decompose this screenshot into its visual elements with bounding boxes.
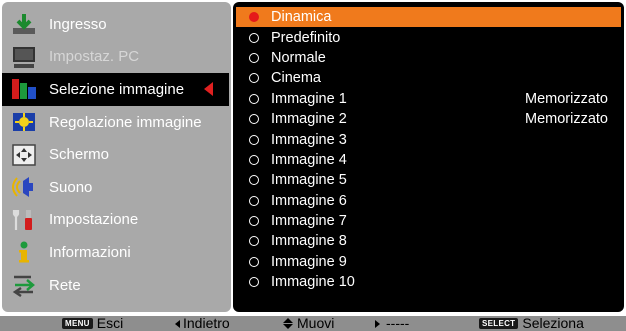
sidebar-item-label: Suono xyxy=(49,178,93,196)
option-label: Immagine 5 xyxy=(271,172,347,189)
sidebar-item-label: Rete xyxy=(49,276,81,294)
option-immagine-10[interactable]: Immagine 10 xyxy=(233,272,624,292)
sidebar-item-suono[interactable]: Suono xyxy=(2,171,231,204)
sidebar-item-label: Selezione immagine xyxy=(49,80,185,98)
option-immagine-2[interactable]: Immagine 2 Memorizzato xyxy=(233,109,624,129)
select-key-icon: SELECT xyxy=(479,318,519,329)
key-guide-bar: MENU Esci Indietro Muovi ----- SELECT Se… xyxy=(0,316,626,331)
sidebar-item-label: Impostazione xyxy=(49,211,139,229)
option-label: Immagine 2 xyxy=(271,111,347,128)
image-mode-list: Dinamica Predefinito Normale Cinema Imma… xyxy=(233,2,624,312)
option-label: Normale xyxy=(271,49,326,66)
sidebar-item-regolazione-immagine[interactable]: Regolazione immagine xyxy=(2,106,231,139)
sidebar-item-impostaz-pc[interactable]: Impostaz. PC xyxy=(2,41,231,74)
image-adjust-icon xyxy=(9,109,39,135)
option-immagine-3[interactable]: Immagine 3 xyxy=(233,129,624,149)
sidebar-item-label: Ingresso xyxy=(49,15,107,33)
sidebar-item-label: Informazioni xyxy=(49,243,131,261)
sidebar-item-informazioni[interactable]: Informazioni xyxy=(2,236,231,269)
hint-move-label: Muovi xyxy=(297,316,335,331)
radio-icon xyxy=(249,216,259,227)
option-label: Immagine 6 xyxy=(271,192,347,209)
radio-icon xyxy=(249,114,259,125)
hint-select: SELECT Seleziona xyxy=(479,316,584,331)
info-icon xyxy=(9,239,39,265)
hint-exit: MENU Esci xyxy=(62,316,123,331)
option-immagine-1[interactable]: Immagine 1 Memorizzato xyxy=(233,89,624,109)
screen-icon xyxy=(9,142,39,168)
sidebar-item-label: Schermo xyxy=(49,146,110,164)
option-dinamica[interactable]: Dinamica xyxy=(236,7,621,28)
radio-icon xyxy=(249,277,259,288)
radio-selected-icon xyxy=(249,12,259,23)
option-label: Immagine 3 xyxy=(271,131,347,148)
radio-icon xyxy=(249,154,259,165)
sidebar-item-rete[interactable]: Rete xyxy=(2,269,231,302)
input-icon xyxy=(9,11,39,37)
radio-icon xyxy=(249,32,259,43)
option-immagine-9[interactable]: Immagine 9 xyxy=(233,252,624,272)
sidebar-item-selezione-immagine[interactable]: Selezione immagine xyxy=(2,73,229,106)
option-immagine-5[interactable]: Immagine 5 xyxy=(233,170,624,190)
hint-next-label: ----- xyxy=(386,316,410,331)
radio-icon xyxy=(249,175,259,186)
sidebar-item-label: Regolazione immagine xyxy=(49,113,202,131)
option-immagine-8[interactable]: Immagine 8 xyxy=(233,231,624,251)
hint-exit-label: Esci xyxy=(96,316,124,331)
option-status: Memorizzato xyxy=(525,111,608,128)
radio-icon xyxy=(249,256,259,267)
option-cinema[interactable]: Cinema xyxy=(233,68,624,88)
settings-icon xyxy=(9,207,39,233)
radio-icon xyxy=(249,73,259,84)
hint-back: Indietro xyxy=(175,316,230,331)
up-down-arrow-icon xyxy=(283,318,293,329)
option-label: Immagine 1 xyxy=(271,90,347,107)
option-status: Memorizzato xyxy=(525,90,608,107)
sidebar-item-schermo[interactable]: Schermo xyxy=(2,138,231,171)
option-label: Immagine 9 xyxy=(271,253,347,270)
hint-move: Muovi xyxy=(283,316,334,331)
selection-arrow-icon xyxy=(204,82,213,97)
option-immagine-4[interactable]: Immagine 4 xyxy=(233,150,624,170)
option-label: Dinamica xyxy=(271,9,332,26)
menu-key-icon: MENU xyxy=(62,318,93,329)
right-arrow-icon xyxy=(375,319,380,328)
option-label: Predefinito xyxy=(271,29,341,46)
menu-sidebar: Ingresso Impostaz. PC Selezione immagine… xyxy=(2,2,231,312)
network-icon xyxy=(9,272,39,298)
left-arrow-icon xyxy=(175,319,180,328)
option-label: Immagine 4 xyxy=(271,151,347,168)
image-select-icon xyxy=(9,76,39,102)
option-immagine-6[interactable]: Immagine 6 xyxy=(233,191,624,211)
sidebar-item-label: Impostaz. PC xyxy=(49,48,140,66)
radio-icon xyxy=(249,134,259,145)
option-label: Immagine 8 xyxy=(271,233,347,250)
radio-icon xyxy=(249,93,259,104)
sidebar-item-ingresso[interactable]: Ingresso xyxy=(2,8,231,41)
computer-icon xyxy=(9,44,39,70)
option-label: Immagine 7 xyxy=(271,213,347,230)
radio-icon xyxy=(249,236,259,247)
hint-back-label: Indietro xyxy=(183,316,230,331)
option-predefinito[interactable]: Predefinito xyxy=(233,27,624,47)
hint-select-label: Seleziona xyxy=(522,316,584,331)
option-label: Cinema xyxy=(271,70,321,87)
option-normale[interactable]: Normale xyxy=(233,48,624,68)
radio-icon xyxy=(249,195,259,206)
option-label: Immagine 10 xyxy=(271,274,355,291)
radio-icon xyxy=(249,52,259,63)
hint-next: ----- xyxy=(375,316,409,331)
sidebar-item-impostazione[interactable]: Impostazione xyxy=(2,204,231,237)
option-immagine-7[interactable]: Immagine 7 xyxy=(233,211,624,231)
speaker-icon xyxy=(9,174,39,200)
